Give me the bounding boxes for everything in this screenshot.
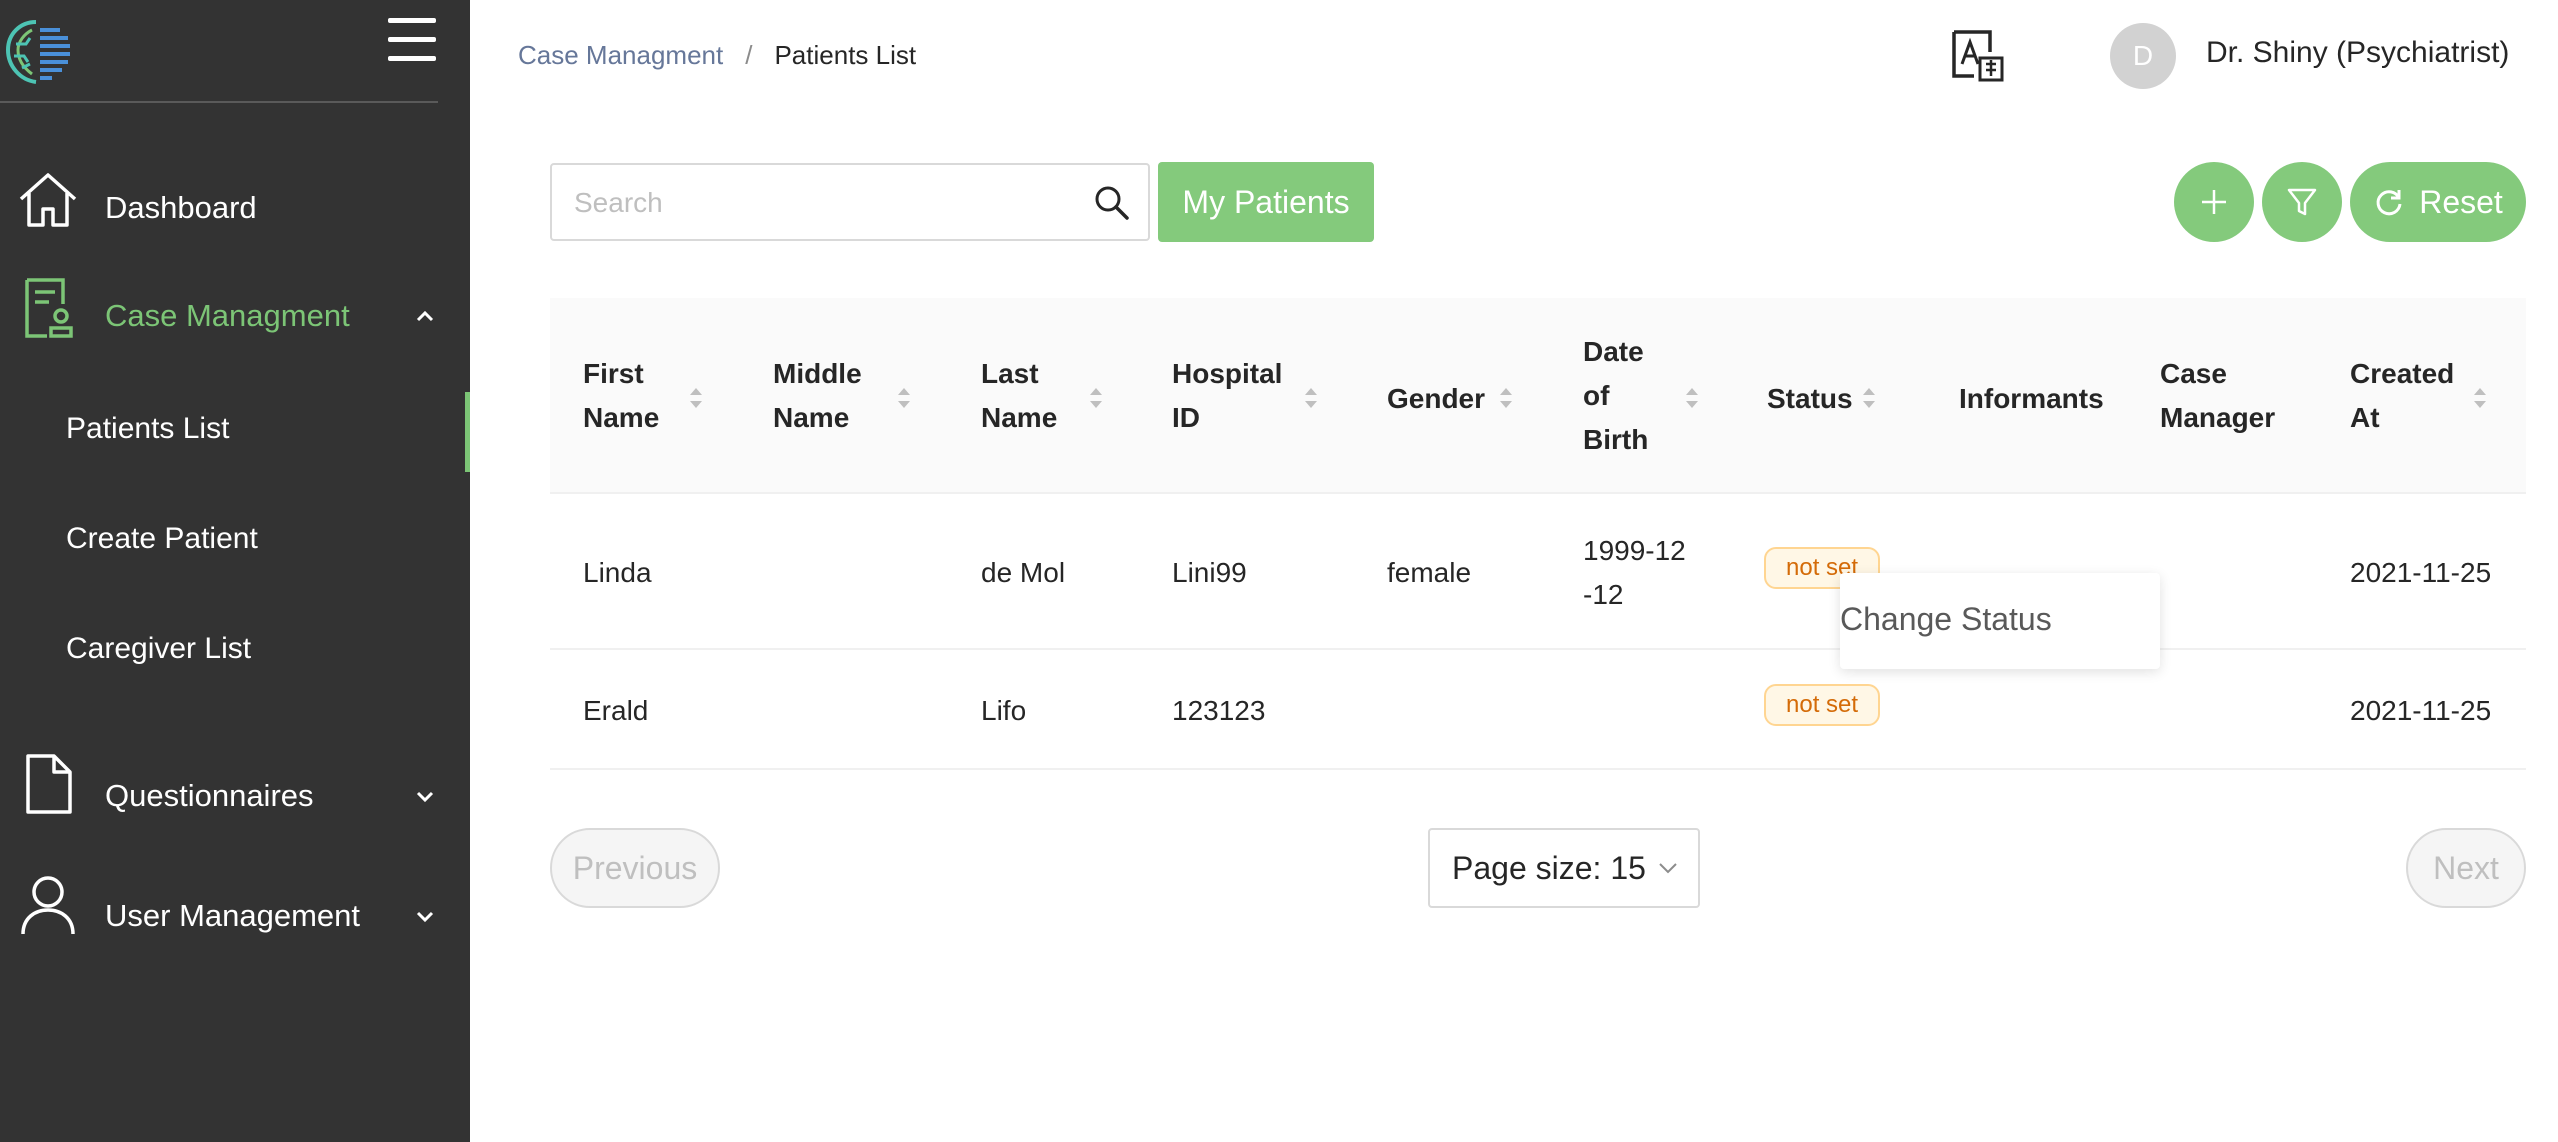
add-patient-button[interactable] bbox=[2174, 162, 2254, 242]
sidebar-item-label: Questionnaires bbox=[105, 778, 314, 813]
cell-created-at: 2021-11-25 bbox=[2350, 557, 2492, 588]
sort-icon[interactable] bbox=[896, 384, 912, 412]
cell-first-name: Linda bbox=[583, 557, 652, 588]
column-header-status[interactable]: Status bbox=[1767, 375, 1867, 421]
sidebar-item-dashboard[interactable]: Dashboard bbox=[0, 168, 470, 248]
page-size-label: Page size: 15 bbox=[1452, 850, 1646, 886]
my-patients-button[interactable]: My Patients bbox=[1158, 162, 1374, 242]
home-icon bbox=[16, 168, 80, 232]
sidebar-subitem-caregiver-list[interactable]: Caregiver List bbox=[0, 612, 470, 692]
chevron-down-icon bbox=[416, 791, 434, 803]
user-name[interactable]: Dr. Shiny (Psychiatrist) bbox=[2206, 36, 2509, 70]
search-box bbox=[550, 163, 1150, 241]
sidebar-item-label: Dashboard bbox=[105, 190, 257, 225]
sort-icon[interactable] bbox=[1303, 384, 1319, 412]
column-header-date-of-birth[interactable]: Date of Birth bbox=[1583, 330, 1653, 462]
sidebar-divider bbox=[0, 101, 438, 103]
sidebar-item-case-managment[interactable]: Case Managment bbox=[0, 276, 470, 356]
cell-last-name: de Mol bbox=[981, 557, 1066, 588]
sidebar-subitem-label: Patients List bbox=[66, 412, 230, 445]
cell-first-name: Erald bbox=[583, 695, 649, 726]
sidebar-item-label: User Management bbox=[105, 898, 361, 933]
column-header-middle-name[interactable]: Middle Name bbox=[773, 352, 903, 440]
plus-icon bbox=[2202, 190, 2226, 214]
page-size-select[interactable]: Page size: 15 bbox=[1428, 828, 1700, 908]
column-header-case-manager: Case Manager bbox=[2160, 358, 2276, 433]
column-header-hospital-id[interactable]: Hospital ID bbox=[1172, 352, 1292, 440]
column-header-gender[interactable]: Gender bbox=[1387, 375, 1497, 421]
reset-label: Reset bbox=[2419, 183, 2503, 220]
filter-icon bbox=[2287, 188, 2317, 216]
filter-button[interactable] bbox=[2262, 162, 2342, 242]
reload-icon bbox=[2376, 190, 2402, 216]
chevron-up-icon bbox=[416, 310, 434, 322]
sidebar-subitem-patients-list[interactable]: Patients List bbox=[0, 392, 470, 472]
translate-icon[interactable] bbox=[1950, 28, 2006, 84]
cell-gender: female bbox=[1387, 557, 1472, 588]
column-header-created-at[interactable]: Created At bbox=[2350, 352, 2470, 440]
column-header-last-name[interactable]: Last Name bbox=[981, 352, 1091, 440]
breadcrumb-link-case-managment[interactable]: Case Managment bbox=[518, 40, 723, 71]
change-status-option[interactable]: Change Status bbox=[1840, 601, 2052, 638]
breadcrumb-current-page: Patients List bbox=[774, 40, 917, 70]
chevron-down-icon bbox=[1659, 863, 1677, 874]
brain-logo-icon[interactable] bbox=[2, 16, 74, 88]
cell-last-name: Lifo bbox=[981, 695, 1027, 726]
cell-hospital-id: 123123 bbox=[1172, 695, 1266, 726]
reset-button[interactable]: Reset bbox=[2350, 162, 2526, 242]
sidebar-item-questionnaires[interactable]: Questionnaires bbox=[0, 752, 470, 840]
chevron-down-icon bbox=[416, 911, 434, 923]
previous-button[interactable]: Previous bbox=[550, 828, 720, 908]
user-icon bbox=[16, 872, 80, 936]
sidebar-item-user-management[interactable]: User Management bbox=[0, 872, 470, 960]
cell-created-at: 2021-11-25 bbox=[2350, 695, 2492, 726]
column-header-first-name[interactable]: First Name bbox=[583, 352, 753, 440]
breadcrumb-separator: / bbox=[745, 40, 753, 70]
sidebar: Dashboard Case Managment Patients List C… bbox=[0, 0, 470, 1142]
case-file-icon bbox=[16, 276, 80, 340]
document-icon bbox=[16, 752, 80, 816]
avatar[interactable]: D bbox=[2110, 23, 2176, 89]
breadcrumb: Case Managment / Patients List bbox=[518, 40, 916, 71]
sort-icon[interactable] bbox=[1088, 384, 1104, 412]
search-input[interactable] bbox=[574, 183, 1054, 223]
sidebar-item-label: Case Managment bbox=[105, 298, 350, 333]
active-indicator bbox=[465, 392, 470, 472]
hamburger-menu-icon[interactable] bbox=[388, 18, 436, 64]
row-divider bbox=[550, 648, 2526, 650]
search-icon[interactable] bbox=[1092, 183, 1132, 223]
cell-date-of-birth: 1999-12-12 bbox=[1583, 535, 1686, 610]
sort-icon[interactable] bbox=[688, 384, 704, 412]
sidebar-subitem-label: Create Patient bbox=[66, 522, 258, 555]
status-badge[interactable]: not set bbox=[1764, 684, 1881, 726]
sort-icon[interactable] bbox=[2472, 384, 2488, 412]
status-popover: Change Status bbox=[1840, 573, 2160, 669]
cell-hospital-id: Lini99 bbox=[1172, 557, 1247, 588]
next-button[interactable]: Next bbox=[2406, 828, 2526, 908]
sort-icon[interactable] bbox=[1684, 384, 1700, 412]
sidebar-subitem-label: Caregiver List bbox=[66, 632, 252, 665]
row-divider bbox=[550, 768, 2526, 770]
sort-icon[interactable] bbox=[1498, 384, 1514, 412]
sort-icon[interactable] bbox=[1861, 384, 1877, 412]
column-header-informants: Informants bbox=[1959, 382, 2104, 414]
sidebar-subitem-create-patient[interactable]: Create Patient bbox=[0, 502, 470, 582]
